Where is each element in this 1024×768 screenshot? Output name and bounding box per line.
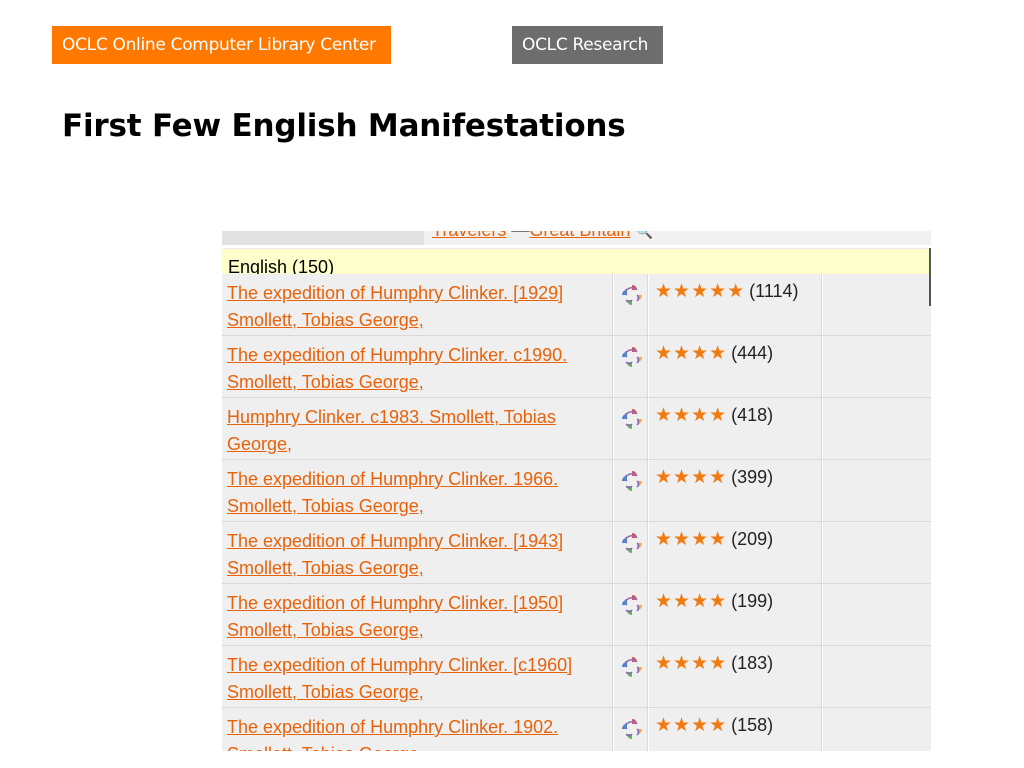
- worldcat-icon[interactable]: [620, 717, 644, 741]
- icon-cell: [614, 646, 648, 707]
- icon-cell: [614, 522, 648, 583]
- title-cell: The expedition of Humphry Clinker. 1966.…: [222, 460, 613, 521]
- holdings-count: (199): [731, 591, 774, 611]
- rating-cell: ★★★★★ (1114): [649, 274, 822, 335]
- holdings-rating: ★★★★ (209): [655, 526, 773, 553]
- holdings-rating: ★★★★ (183): [655, 650, 773, 677]
- title-cell: The expedition of Humphry Clinker. [1929…: [222, 274, 613, 335]
- title-cell: The expedition of Humphry Clinker. [c196…: [222, 646, 613, 707]
- title-cell: The expedition of Humphry Clinker. 1902.…: [222, 708, 613, 751]
- icon-cell: [614, 708, 648, 751]
- rating-cell: ★★★★ (418): [649, 398, 822, 459]
- worldcat-icon[interactable]: [620, 345, 644, 369]
- table-row: The expedition of Humphry Clinker. [c196…: [222, 646, 931, 708]
- manifestation-title-link[interactable]: The expedition of Humphry Clinker. 1966.…: [227, 466, 607, 520]
- title-cell: Humphry Clinker. c1983. Smollett, Tobias…: [222, 398, 613, 459]
- star-rating: ★★★★: [655, 343, 728, 364]
- empty-cell: [823, 584, 931, 645]
- language-group-header: English (150): [222, 248, 931, 277]
- icon-cell: [614, 398, 648, 459]
- manifestation-title-link[interactable]: The expedition of Humphry Clinker. [1950…: [227, 590, 607, 644]
- worldcat-icon[interactable]: [620, 283, 644, 307]
- holdings-rating: ★★★★★ (1114): [655, 278, 799, 305]
- empty-cell: [823, 708, 931, 751]
- holdings-rating: ★★★★ (399): [655, 464, 773, 491]
- holdings-count: (444): [731, 343, 774, 363]
- table-row: The expedition of Humphry Clinker. [1929…: [222, 274, 931, 336]
- title-cell: The expedition of Humphry Clinker. [1950…: [222, 584, 613, 645]
- holdings-count: (158): [731, 715, 774, 735]
- holdings-count: (209): [731, 529, 774, 549]
- rating-cell: ★★★★ (444): [649, 336, 822, 397]
- title-cell: The expedition of Humphry Clinker. [1943…: [222, 522, 613, 583]
- table-row: The expedition of Humphry Clinker. [1943…: [222, 522, 931, 584]
- worldcat-icon[interactable]: [620, 469, 644, 493]
- star-rating: ★★★★: [655, 591, 728, 612]
- breadcrumb-bar: Travelers —Great Britain 🔍: [222, 231, 931, 245]
- empty-cell: [823, 274, 931, 335]
- worldcat-icon[interactable]: [620, 531, 644, 555]
- title-cell: The expedition of Humphry Clinker. c1990…: [222, 336, 613, 397]
- star-rating: ★★★★: [655, 467, 728, 488]
- star-rating: ★★★★: [655, 529, 728, 550]
- embedded-screenshot: Travelers —Great Britain 🔍 English (150)…: [222, 231, 931, 751]
- table-row: The expedition of Humphry Clinker. 1966.…: [222, 460, 931, 522]
- manifestation-title-link[interactable]: The expedition of Humphry Clinker. c1990…: [227, 342, 607, 396]
- manifestation-title-link[interactable]: The expedition of Humphry Clinker. 1902.…: [227, 714, 607, 751]
- breadcrumb-travelers-link[interactable]: Travelers: [432, 231, 506, 240]
- magnifier-icon[interactable]: 🔍: [635, 231, 652, 239]
- manifestation-title-link[interactable]: The expedition of Humphry Clinker. [c196…: [227, 652, 607, 706]
- icon-cell: [614, 336, 648, 397]
- holdings-count: (183): [731, 653, 774, 673]
- worldcat-icon[interactable]: [620, 407, 644, 431]
- rating-cell: ★★★★ (209): [649, 522, 822, 583]
- empty-cell: [823, 460, 931, 521]
- holdings-rating: ★★★★ (158): [655, 712, 773, 739]
- breadcrumb-left-cell: [222, 231, 424, 245]
- holdings-rating: ★★★★ (199): [655, 588, 773, 615]
- manifestation-title-link[interactable]: The expedition of Humphry Clinker. [1929…: [227, 280, 607, 334]
- oclc-online-badge: OCLC Online Computer Library Center: [52, 26, 391, 64]
- breadcrumb-great-britain-link[interactable]: Great Britain: [529, 231, 630, 240]
- rating-cell: ★★★★ (183): [649, 646, 822, 707]
- holdings-count: (399): [731, 467, 774, 487]
- table-row: The expedition of Humphry Clinker. c1990…: [222, 336, 931, 398]
- breadcrumb: Travelers —Great Britain 🔍: [432, 231, 653, 241]
- holdings-rating: ★★★★ (418): [655, 402, 773, 429]
- rating-cell: ★★★★ (399): [649, 460, 822, 521]
- star-rating: ★★★★: [655, 653, 728, 674]
- table-row: Humphry Clinker. c1983. Smollett, Tobias…: [222, 398, 931, 460]
- worldcat-icon[interactable]: [620, 593, 644, 617]
- table-row: The expedition of Humphry Clinker. 1902.…: [222, 708, 931, 751]
- empty-cell: [823, 646, 931, 707]
- star-rating: ★★★★: [655, 405, 728, 426]
- table-row: The expedition of Humphry Clinker. [1950…: [222, 584, 931, 646]
- empty-cell: [823, 398, 931, 459]
- rating-cell: ★★★★ (158): [649, 708, 822, 751]
- holdings-count: (418): [731, 405, 774, 425]
- icon-cell: [614, 460, 648, 521]
- manifestation-title-link[interactable]: Humphry Clinker. c1983. Smollett, Tobias…: [227, 404, 607, 458]
- empty-cell: [823, 522, 931, 583]
- icon-cell: [614, 584, 648, 645]
- slide-title: First Few English Manifestations: [62, 108, 626, 144]
- holdings-count: (1114): [749, 281, 799, 301]
- holdings-rating: ★★★★ (444): [655, 340, 773, 367]
- oclc-research-badge: OCLC Research: [512, 26, 663, 64]
- star-rating: ★★★★★: [655, 281, 746, 302]
- icon-cell: [614, 274, 648, 335]
- empty-cell: [823, 336, 931, 397]
- rating-cell: ★★★★ (199): [649, 584, 822, 645]
- manifestation-title-link[interactable]: The expedition of Humphry Clinker. [1943…: [227, 528, 607, 582]
- breadcrumb-separator: —: [506, 231, 529, 240]
- worldcat-icon[interactable]: [620, 655, 644, 679]
- table-edge: [929, 248, 931, 306]
- star-rating: ★★★★: [655, 715, 728, 736]
